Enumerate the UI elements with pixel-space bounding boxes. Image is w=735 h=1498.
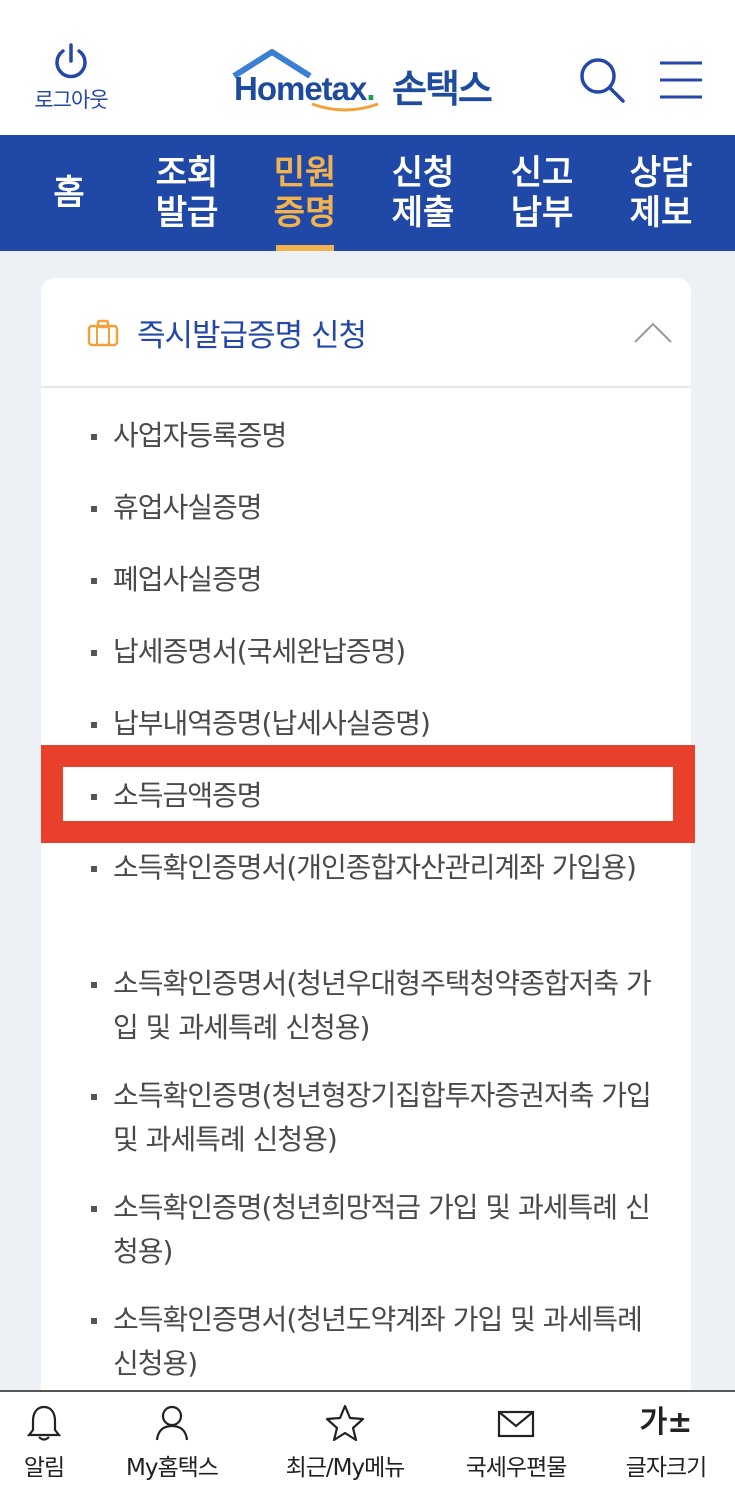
list-item-label: 소득금액증명 — [113, 779, 263, 812]
nav-item-application[interactable]: 신청 제출 — [378, 153, 468, 233]
bottom-label: 글자크기 — [625, 1455, 708, 1481]
bullet — [91, 578, 97, 584]
bullet — [91, 1206, 97, 1212]
list-item-label: 폐업사실증명 — [113, 563, 263, 596]
nav-item-civil-certificate[interactable]: 민원 증명 — [260, 153, 350, 251]
certificate-section-card: 즉시발급증명 신청 사업자등록증명 휴업사실증명 폐업사실증명 납세증명서(국세… — [41, 278, 691, 1418]
bottom-label: 알림 — [23, 1455, 65, 1481]
logout-button[interactable]: 로그아웃 — [26, 42, 116, 114]
bullet — [91, 1318, 97, 1324]
bullet — [91, 434, 97, 440]
bullet — [91, 722, 97, 728]
briefcase-icon — [87, 319, 119, 347]
mail-icon — [497, 1410, 535, 1438]
logo-korean: 손택스 — [392, 67, 493, 111]
nav-item-inquiry-issue[interactable]: 조회 발급 — [142, 153, 232, 233]
list-item-label: 소득확인증명(청년형장기집합투자증권저축 가입 및 과세특례 신청용) — [113, 1079, 652, 1156]
nav-label: 홈 — [53, 173, 85, 213]
list-item-label: 휴업사실증명 — [113, 491, 263, 524]
chevron-up-icon — [634, 322, 672, 343]
person-icon — [155, 1405, 189, 1441]
nav-item-consult-report[interactable]: 상담 제보 — [616, 153, 706, 233]
bullet — [91, 650, 97, 656]
nav-label: 조회 발급 — [155, 153, 219, 233]
my-hometax-button[interactable]: My홈택스 — [112, 1404, 232, 1482]
power-icon — [55, 43, 87, 79]
bullet — [91, 506, 97, 512]
list-item-label: 소득확인증명서(개인종합자산관리계좌 가입용) — [113, 851, 637, 884]
hamburger-icon — [660, 61, 702, 99]
active-indicator — [276, 245, 334, 251]
section-title: 즉시발급증명 신청 — [137, 318, 367, 354]
bottom-label: 최근/My메뉴 — [285, 1455, 406, 1481]
alerts-button[interactable]: 알림 — [12, 1404, 76, 1482]
font-size-icon: 가± — [639, 1405, 693, 1440]
font-size-button[interactable]: 가± 글자크기 — [612, 1404, 720, 1482]
main-nav: 홈 조회 발급 민원 증명 신청 제출 신고 납부 상담 제보 — [0, 135, 735, 251]
bottom-toolbar: 알림 My홈택스 최근/My메뉴 국세우편물 가± 글자크기 — [0, 1390, 735, 1498]
star-icon — [325, 1404, 365, 1442]
tax-mail-button[interactable]: 국세우편물 — [452, 1404, 580, 1482]
menu-button[interactable] — [658, 60, 704, 104]
list-item-label: 납세증명서(국세완납증명) — [113, 635, 406, 668]
list-item-label: 납부내역증명(납세사실증명) — [113, 707, 431, 740]
list-item-label: 사업자등록증명 — [113, 419, 287, 452]
list-item-label: 소득확인증명(청년희망적금 가입 및 과세특례 신청용) — [113, 1191, 651, 1268]
list-item-label: 소득확인증명서(청년도약계좌 가입 및 과세특례 신청용) — [113, 1303, 643, 1380]
nav-item-home[interactable]: 홈 — [24, 173, 114, 213]
search-button[interactable] — [578, 56, 626, 108]
list-item-label: 소득확인증명서(청년우대형주택청약종합저축 가입 및 과세특례 신청용) — [113, 967, 652, 1044]
nav-label: 신청 제출 — [391, 153, 455, 233]
logout-label: 로그아웃 — [34, 88, 108, 112]
bullet — [91, 982, 97, 988]
bullet — [91, 1094, 97, 1100]
section-header[interactable]: 즉시발급증명 신청 — [41, 278, 691, 388]
bullet — [91, 794, 97, 800]
app-header: 로그아웃 Hometax. 손택스 — [0, 0, 735, 135]
nav-item-filing-payment[interactable]: 신고 납부 — [497, 153, 587, 233]
bullet — [91, 866, 97, 872]
nav-label: 신고 납부 — [510, 153, 574, 233]
search-icon — [580, 58, 625, 103]
bottom-label: 국세우편물 — [465, 1455, 568, 1481]
nav-label: 상담 제보 — [629, 153, 693, 233]
bottom-label: My홈택스 — [126, 1455, 219, 1481]
recent-my-menu-button[interactable]: 최근/My메뉴 — [272, 1404, 418, 1482]
nav-label: 민원 증명 — [273, 153, 337, 233]
bell-icon — [26, 1405, 62, 1441]
hometax-logo[interactable]: Hometax. 손택스 — [232, 48, 502, 112]
logo-smile-icon — [311, 102, 379, 112]
